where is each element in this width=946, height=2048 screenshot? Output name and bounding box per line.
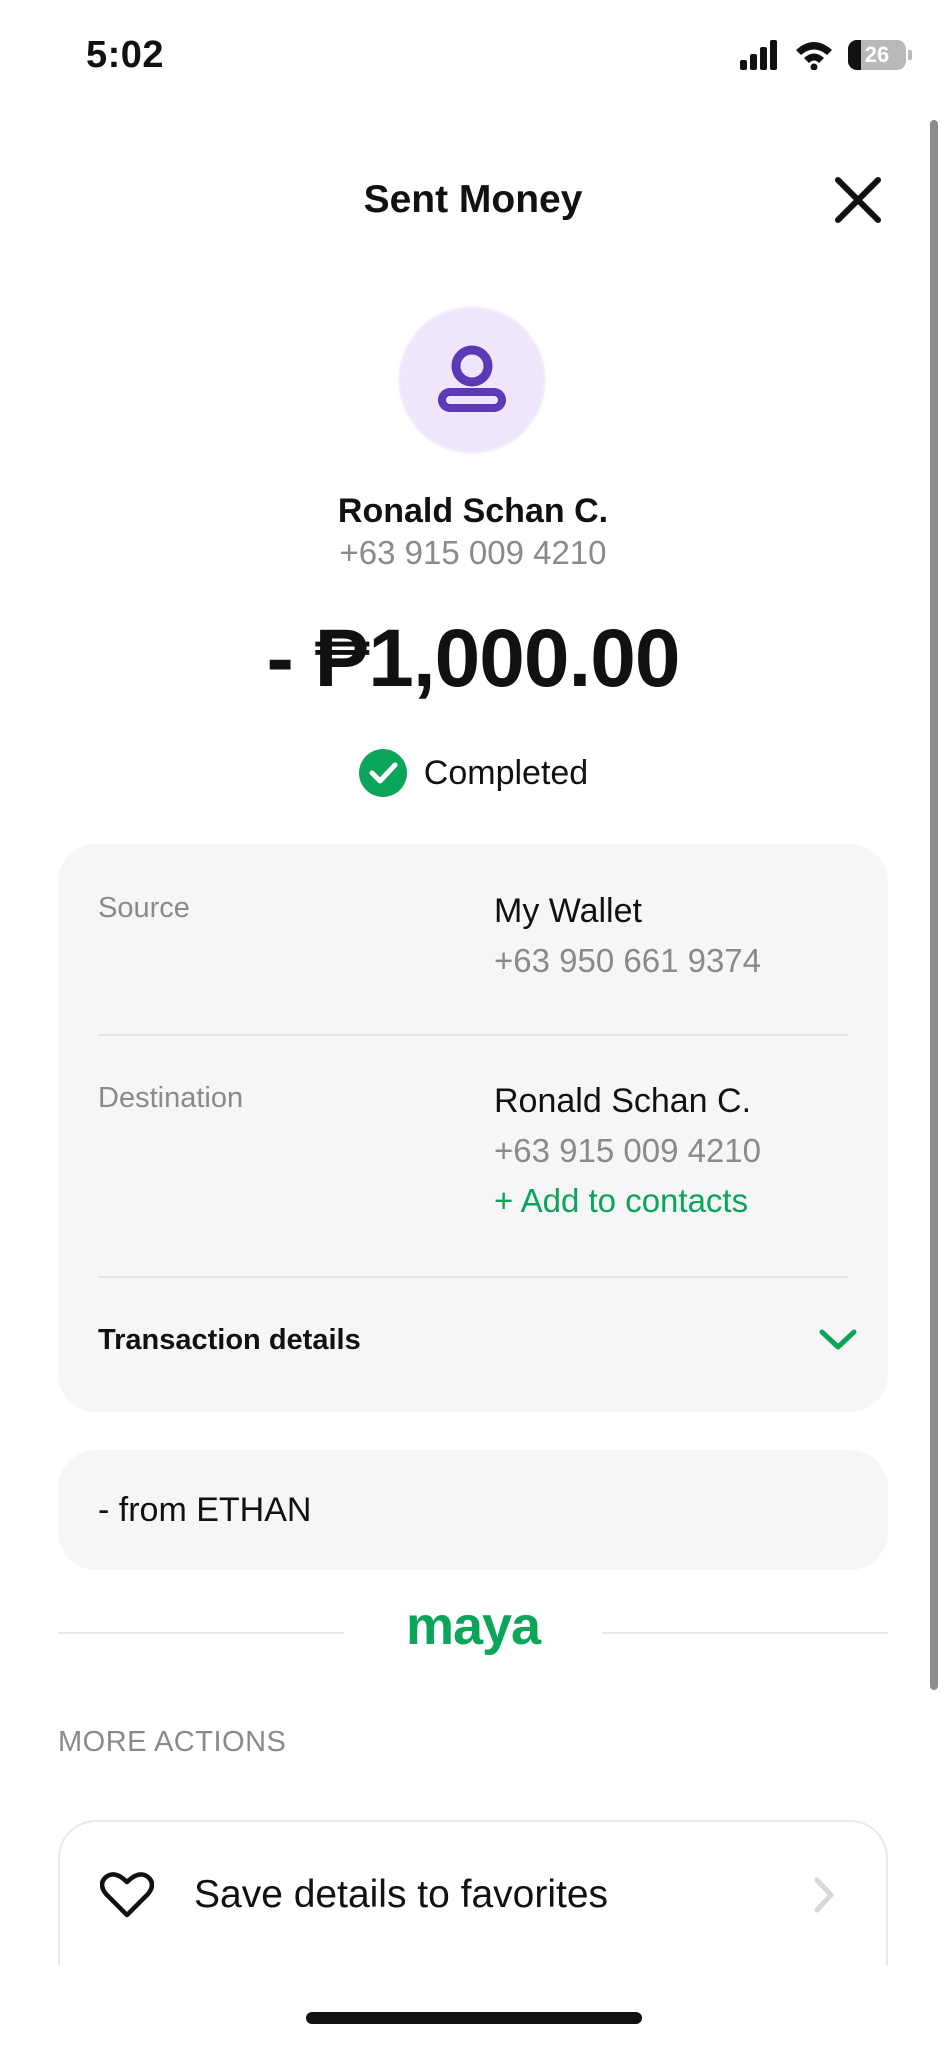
wifi-icon	[796, 42, 832, 70]
status-time: 5:02	[86, 34, 165, 76]
source-number: +63 950 661 9374	[494, 942, 762, 979]
svg-text:maya: maya	[406, 1598, 542, 1656]
save-to-favorites-button[interactable]: Save details to favorites	[60, 1822, 890, 1968]
status-icons: 26	[740, 40, 912, 70]
transaction-amount: - ₱1,000.00	[266, 613, 681, 704]
transfer-note: - from ETHAN	[98, 1490, 312, 1529]
bottom-area	[0, 1965, 946, 2048]
divider	[58, 1632, 344, 1634]
section-title: MORE ACTIONS	[58, 1726, 287, 1758]
source-label: Source	[98, 892, 190, 924]
status-badge: Completed	[0, 748, 946, 798]
chevron-right-icon	[814, 1877, 834, 1913]
divider	[98, 1034, 848, 1036]
signal-icon	[740, 40, 777, 70]
close-icon	[835, 177, 881, 223]
transaction-details-label: Transaction details	[98, 1323, 361, 1356]
battery-icon: 26	[848, 40, 912, 70]
action-label: Save details to favorites	[194, 1873, 609, 1916]
maya-logo: maya	[406, 1598, 543, 1656]
status-label: Completed	[423, 753, 589, 792]
details-card: Source My Wallet +63 950 661 9374 Destin…	[58, 844, 888, 1412]
destination-number: +63 915 009 4210	[494, 1132, 762, 1169]
page-title: Sent Money	[363, 178, 583, 221]
user-icon	[438, 345, 506, 412]
close-button[interactable]	[828, 170, 888, 230]
note-card: - from ETHAN	[58, 1450, 888, 1570]
divider	[602, 1632, 888, 1634]
scrollbar[interactable]	[930, 120, 938, 1690]
destination-name: Ronald Schan C.	[494, 1082, 752, 1120]
recipient-number: +63 915 009 4210	[339, 534, 607, 571]
add-to-contacts-link[interactable]: + Add to contacts	[494, 1182, 748, 1220]
check-circle-icon	[358, 749, 407, 797]
transaction-details-toggle[interactable]: Transaction details	[98, 1310, 862, 1370]
home-indicator[interactable]	[306, 2012, 642, 2024]
destination-label: Destination	[98, 1082, 244, 1114]
divider	[98, 1276, 848, 1278]
avatar	[400, 308, 544, 452]
recipient-name: Ronald Schan C.	[337, 492, 609, 530]
source-name: My Wallet	[494, 892, 642, 930]
chevron-down-icon	[819, 1329, 857, 1350]
heart-icon	[100, 1872, 154, 1918]
